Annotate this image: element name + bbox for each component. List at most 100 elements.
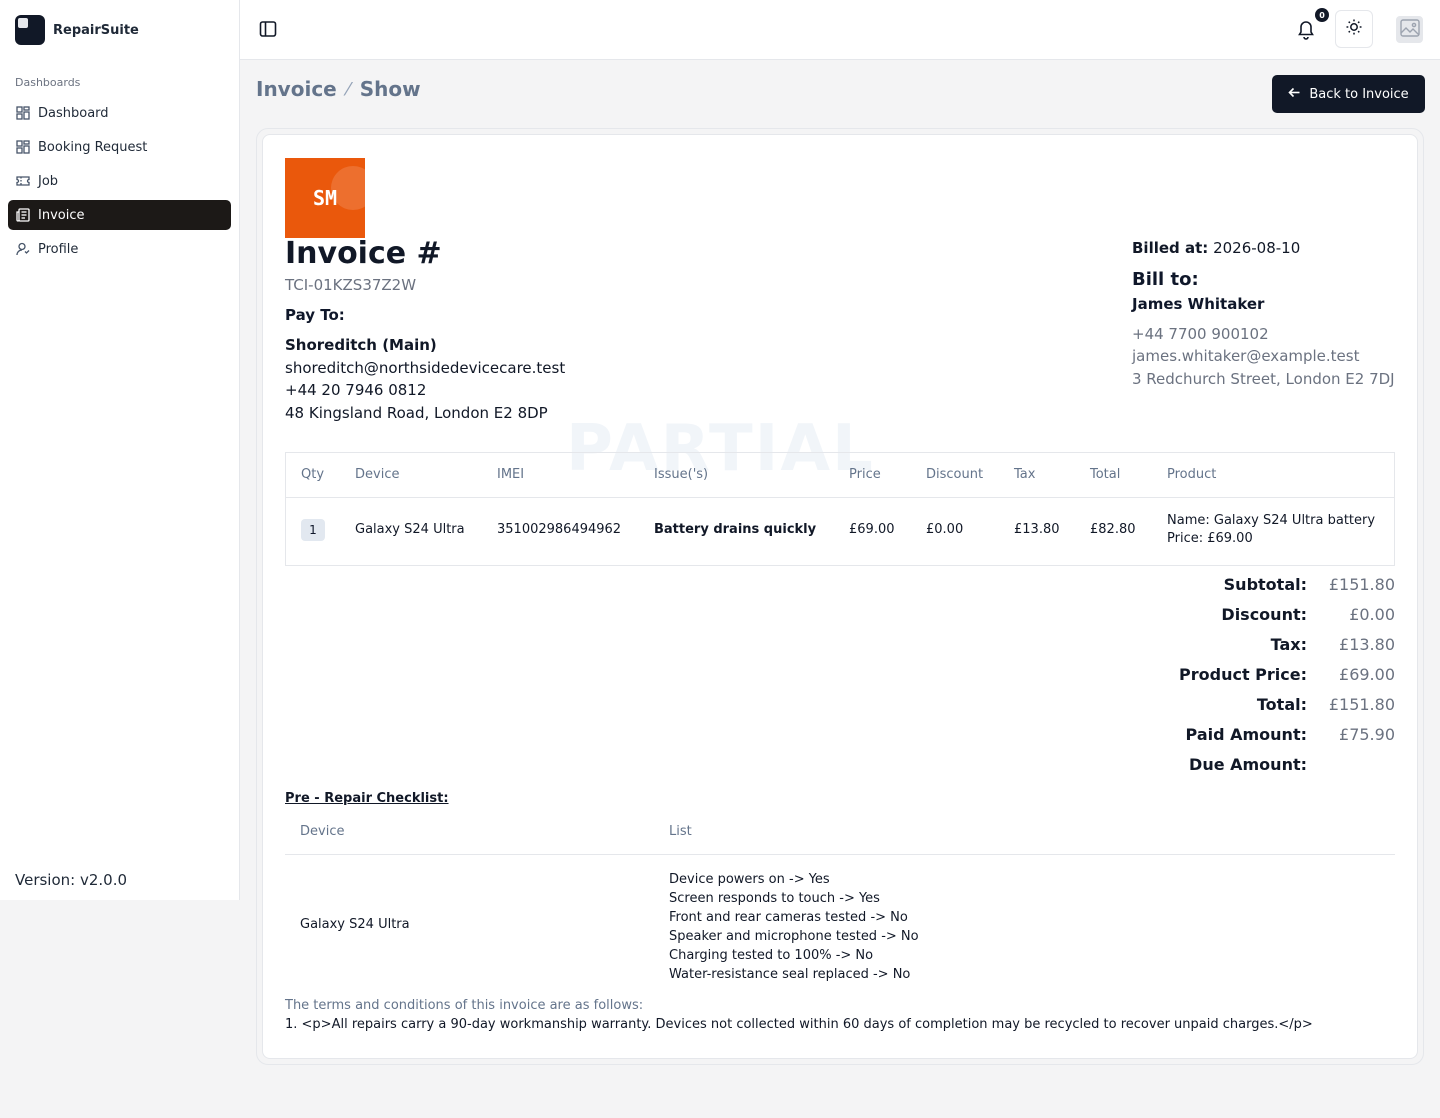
ticket-icon [16, 174, 30, 188]
back-button-label: Back to Invoice [1309, 86, 1409, 102]
invoice-number: TCI-01KZS37Z2W [285, 276, 417, 294]
breadcrumb-separator: ⁄ [346, 78, 350, 100]
column-header-device: Device [355, 467, 400, 482]
cell-tax: £13.80 [1014, 522, 1060, 537]
items-table: Qty Device IMEI Issue('s) Price Discount… [285, 452, 1395, 566]
invoice-title: Invoice # [285, 236, 442, 271]
bill-to-label: Bill to: [1132, 269, 1199, 290]
sidebar-item-dashboard[interactable]: Dashboard [8, 98, 231, 128]
grid-icon [16, 106, 30, 120]
subtotal-value: £151.80 [1328, 575, 1395, 594]
sidebar-item-profile[interactable]: Profile [8, 234, 231, 264]
sidebar-item-label: Invoice [38, 207, 85, 223]
list-item: Device powers on -> Yes [669, 872, 830, 887]
cell-device: Galaxy S24 Ultra [355, 522, 465, 537]
cell-total: £82.80 [1090, 522, 1136, 537]
billed-at-label: Billed at: [1132, 239, 1209, 257]
sidebar-nav: Dashboard Booking Request Job Invoice Pr… [0, 98, 239, 264]
sun-icon [1345, 18, 1363, 40]
company-logo: SM [285, 158, 365, 238]
list-item: Front and rear cameras tested -> No [669, 910, 908, 925]
back-to-invoice-button[interactable]: Back to Invoice [1272, 75, 1425, 113]
column-header-qty: Qty [301, 467, 325, 482]
column-header-total: Total [1090, 467, 1121, 482]
qty-badge: 1 [301, 519, 325, 541]
total-label: Total: [1256, 695, 1307, 714]
total-value: £151.80 [1328, 695, 1395, 714]
cell-discount: £0.00 [926, 522, 964, 537]
user-icon [16, 242, 30, 256]
brand[interactable]: RepairSuite [0, 0, 239, 60]
discount-label: Discount: [1221, 605, 1307, 624]
paid-amount-value: £75.90 [1339, 725, 1395, 744]
sidebar-item-label: Booking Request [38, 139, 148, 155]
discount-value: £0.00 [1349, 605, 1395, 624]
cell-price: £69.00 [849, 522, 895, 537]
list-item: Speaker and microphone tested -> No [669, 929, 919, 944]
checklist-header-device: Device [300, 824, 345, 839]
pay-to-email: shoreditch@northsidedevicecare.test [285, 359, 566, 377]
app-version: Version: v2.0.0 [15, 871, 128, 889]
cell-issue: Battery drains quickly [654, 522, 817, 537]
avatar[interactable] [1396, 16, 1423, 43]
pay-to-label: Pay To: [285, 306, 345, 324]
notification-badge: 0 [1315, 8, 1329, 22]
sidebar-item-label: Job [38, 173, 59, 189]
column-header-tax: Tax [1014, 467, 1036, 482]
checklist-header-row: Device List [285, 810, 1395, 855]
bill-to-phone: +44 7700 900102 [1132, 325, 1269, 343]
bill-to-address: 3 Redchurch Street, London E2 7DJ [1132, 370, 1395, 388]
terms-text: 1. <p>All repairs carry a 90-day workman… [285, 1017, 1313, 1032]
brand-name: RepairSuite [53, 22, 139, 38]
pay-to-address: 48 Kingsland Road, London E2 8DP [285, 404, 548, 422]
checklist-items: Device powers on -> Yes Screen responds … [669, 870, 919, 984]
tax-label: Tax: [1270, 635, 1307, 654]
checklist-device: Galaxy S24 Ultra [300, 917, 410, 932]
breadcrumb: Invoice ⁄ Show [256, 76, 421, 102]
column-header-product: Product [1167, 467, 1217, 482]
topbar: 0 [240, 0, 1440, 60]
column-header-price: Price [849, 467, 881, 482]
sidebar-item-invoice[interactable]: Invoice [8, 200, 231, 230]
bell-icon[interactable] [1296, 18, 1316, 40]
cell-product-price: Price: £69.00 [1167, 531, 1253, 546]
theme-toggle-button[interactable] [1335, 10, 1373, 48]
nav-group-label: Dashboards [15, 76, 81, 89]
sidebar-item-job[interactable]: Job [8, 166, 231, 196]
product-price-value: £69.00 [1339, 665, 1395, 684]
list-item: Water-resistance seal replaced -> No [669, 967, 911, 982]
column-header-discount: Discount [926, 467, 984, 482]
list-item: Charging tested to 100% -> No [669, 948, 874, 963]
tax-value: £13.80 [1339, 635, 1395, 654]
grid-icon [16, 140, 30, 154]
subtotal-label: Subtotal: [1223, 575, 1307, 594]
column-header-issues: Issue('s) [654, 467, 709, 482]
column-header-imei: IMEI [497, 467, 525, 482]
bill-to-email: james.whitaker@example.test [1132, 347, 1360, 365]
cell-imei: 351002986494962 [497, 522, 622, 537]
sidebar: RepairSuite Dashboards Dashboard Booking… [0, 0, 240, 900]
company-logo-text: SM [312, 186, 338, 210]
cell-product-name: Name: Galaxy S24 Ultra battery [1167, 513, 1376, 528]
bill-to-name: James Whitaker [1132, 295, 1265, 313]
brand-logo [15, 15, 45, 45]
due-amount-label: Due Amount: [1189, 755, 1307, 774]
checklist-title: Pre - Repair Checklist: [285, 791, 449, 806]
pay-to-phone: +44 20 7946 0812 [285, 381, 427, 399]
list-item: Screen responds to touch -> Yes [669, 891, 880, 906]
sidebar-item-booking-request[interactable]: Booking Request [8, 132, 231, 162]
billed-at: Billed at: 2026-08-10 [1132, 239, 1300, 257]
pay-to-name: Shoreditch (Main) [285, 336, 437, 354]
breadcrumb-show: Show [359, 77, 421, 101]
sidebar-toggle-icon[interactable] [258, 19, 278, 39]
document-icon [16, 208, 30, 222]
billed-at-value: 2026-08-10 [1213, 239, 1301, 257]
terms-title: The terms and conditions of this invoice… [285, 998, 644, 1013]
breadcrumb-invoice[interactable]: Invoice [256, 77, 337, 101]
sidebar-item-label: Profile [38, 241, 79, 257]
image-placeholder-icon [1399, 17, 1421, 43]
paid-amount-label: Paid Amount: [1185, 725, 1307, 744]
checklist-header-list: List [669, 824, 692, 839]
sidebar-item-label: Dashboard [38, 105, 109, 121]
product-price-label: Product Price: [1179, 665, 1307, 684]
